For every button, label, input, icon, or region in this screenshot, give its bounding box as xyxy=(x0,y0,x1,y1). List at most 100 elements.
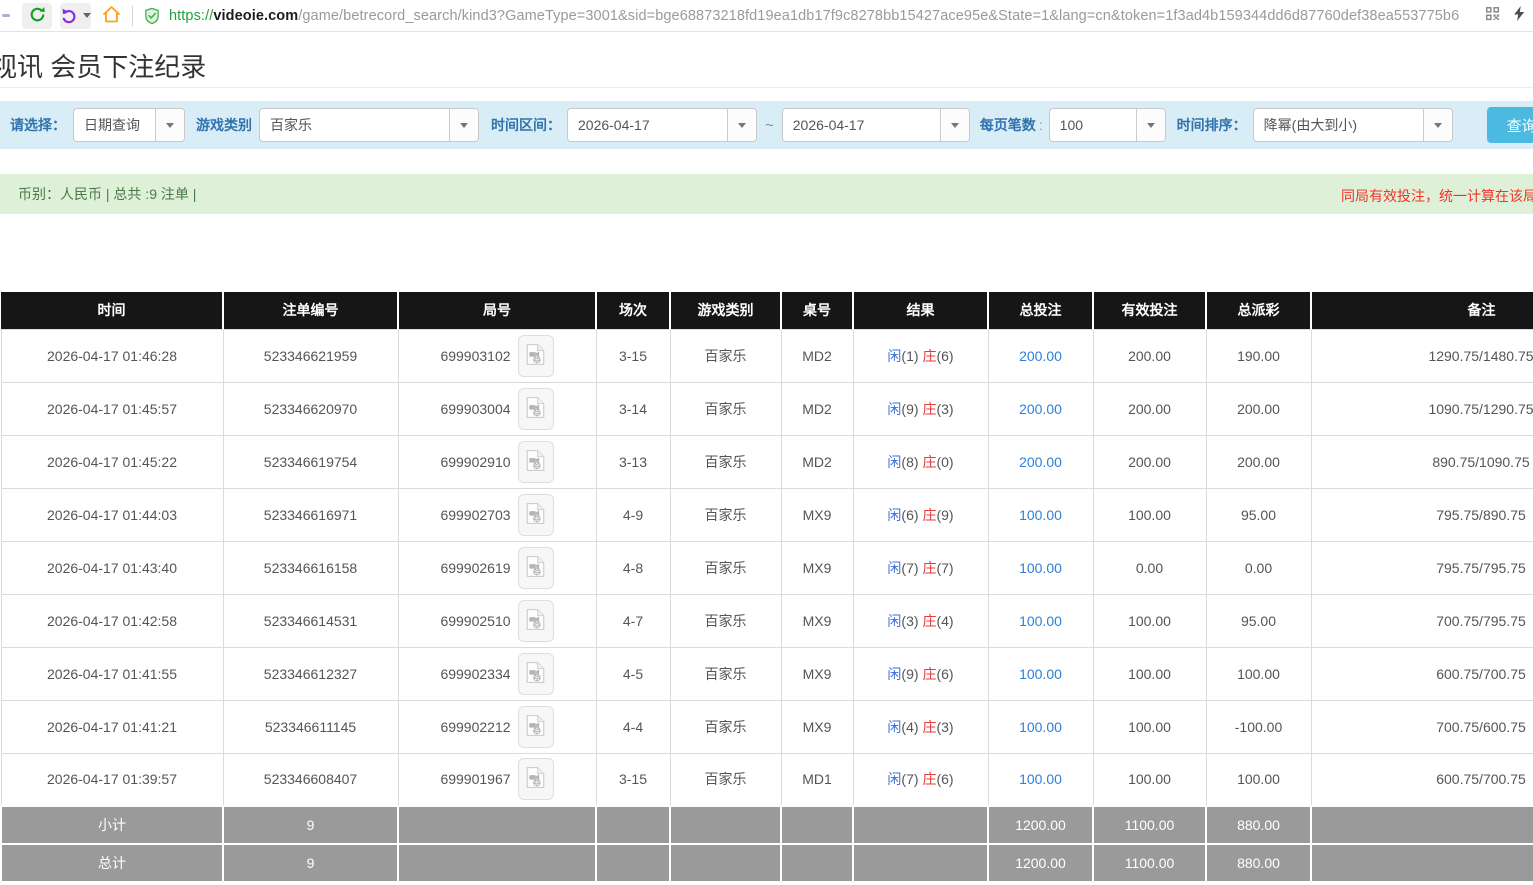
cell-payout: 190.00 xyxy=(1206,329,1311,382)
total-bet-link[interactable]: 200.00 xyxy=(1019,454,1062,470)
cell-time: 2026-04-17 01:39:57 xyxy=(1,753,223,806)
cell-bet-id: 523346616158 xyxy=(223,541,398,594)
video-replay-button[interactable] xyxy=(518,758,554,800)
total-bet-link[interactable]: 100.00 xyxy=(1019,666,1062,682)
cell-result: 闲(9) 庄(6) xyxy=(853,647,988,700)
search-button[interactable]: 查询 xyxy=(1487,107,1533,143)
game-type-select[interactable]: 百家乐 xyxy=(259,108,479,142)
video-replay-button[interactable] xyxy=(518,653,554,695)
cell-result: 闲(6) 庄(9) xyxy=(853,488,988,541)
total-bet-link[interactable]: 100.00 xyxy=(1019,719,1062,735)
cell-payout: 0.00 xyxy=(1206,541,1311,594)
subtotal-payout: 880.00 xyxy=(1206,806,1311,844)
cell-time: 2026-04-17 01:46:28 xyxy=(1,329,223,382)
total-bet-link[interactable]: 100.00 xyxy=(1019,613,1062,629)
result-player-label: 闲 xyxy=(887,771,901,787)
cell-session: 4-5 xyxy=(596,647,670,700)
cell-round-no: 699902703 xyxy=(398,488,596,541)
table-row: 2026-04-17 01:45:22 523346619754 6999029… xyxy=(1,435,1533,488)
cell-valid-bet: 100.00 xyxy=(1093,753,1206,806)
result-player-value: (7) xyxy=(901,771,918,787)
cell-session: 4-4 xyxy=(596,700,670,753)
round-number: 699902619 xyxy=(440,560,510,576)
result-player-value: (9) xyxy=(901,666,918,682)
cell-total-bet: 100.00 xyxy=(988,488,1093,541)
date-to-value: 2026-04-17 xyxy=(783,109,940,141)
cell-time: 2026-04-17 01:45:22 xyxy=(1,435,223,488)
cell-result: 闲(3) 庄(4) xyxy=(853,594,988,647)
cell-bet-id: 523346611145 xyxy=(223,700,398,753)
cell-game-type: 百家乐 xyxy=(670,753,781,806)
toolbar-divider xyxy=(132,6,133,26)
date-to-select[interactable]: 2026-04-17 xyxy=(782,108,970,142)
total-bet-link[interactable]: 200.00 xyxy=(1019,401,1062,417)
result-banker-label: 庄 xyxy=(922,401,936,417)
cell-table-no: MD2 xyxy=(781,382,853,435)
cell-total-bet: 200.00 xyxy=(988,329,1093,382)
cell-table-no: MX9 xyxy=(781,594,853,647)
header-note: 备注 xyxy=(1311,292,1533,329)
subtotal-valid-bet: 1100.00 xyxy=(1093,806,1206,844)
total-bet-link[interactable]: 100.00 xyxy=(1019,507,1062,523)
sort-select[interactable]: 降幂(由大到小) xyxy=(1253,108,1453,142)
cell-round-no: 699902212 xyxy=(398,700,596,753)
result-player-value: (6) xyxy=(901,507,918,523)
result-banker-label: 庄 xyxy=(922,666,936,682)
cell-payout: 95.00 xyxy=(1206,488,1311,541)
round-number: 699901967 xyxy=(440,771,510,787)
result-banker-label: 庄 xyxy=(922,771,936,787)
cell-valid-bet: 100.00 xyxy=(1093,700,1206,753)
result-banker-value: (6) xyxy=(936,348,953,364)
cell-valid-bet: 200.00 xyxy=(1093,382,1206,435)
cell-bet-id: 523346616971 xyxy=(223,488,398,541)
table-row: 2026-04-17 01:42:58 523346614531 6999025… xyxy=(1,594,1533,647)
chevron-down-icon[interactable] xyxy=(940,109,969,141)
chevron-down-icon[interactable] xyxy=(449,109,478,141)
home-button[interactable] xyxy=(101,4,122,28)
result-banker-value: (6) xyxy=(936,771,953,787)
cell-time: 2026-04-17 01:41:55 xyxy=(1,647,223,700)
date-from-select[interactable]: 2026-04-17 xyxy=(567,108,757,142)
total-bet-link[interactable]: 200.00 xyxy=(1019,348,1062,364)
refresh-button[interactable] xyxy=(22,3,52,29)
chevron-down-icon[interactable] xyxy=(1136,109,1165,141)
cell-result: 闲(7) 庄(6) xyxy=(853,753,988,806)
round-number: 699902510 xyxy=(440,613,510,629)
video-replay-button[interactable] xyxy=(518,547,554,589)
video-replay-button[interactable] xyxy=(518,494,554,536)
game-type-value: 百家乐 xyxy=(260,109,449,141)
video-replay-button[interactable] xyxy=(518,600,554,642)
qr-code-icon[interactable] xyxy=(1485,6,1500,26)
video-replay-button[interactable] xyxy=(518,335,554,377)
result-player-label: 闲 xyxy=(887,348,901,364)
total-bet-link[interactable]: 100.00 xyxy=(1019,560,1062,576)
chevron-down-icon[interactable] xyxy=(1423,109,1452,141)
filter-bar: 请选择： 日期查询 游戏类别 百家乐 时间区间： 2026-04-17 ~ 20… xyxy=(0,101,1533,149)
video-replay-button[interactable] xyxy=(518,388,554,430)
cell-time: 2026-04-17 01:43:40 xyxy=(1,541,223,594)
query-type-select[interactable]: 日期查询 xyxy=(73,108,185,142)
cell-payout: 100.00 xyxy=(1206,753,1311,806)
round-number: 699903102 xyxy=(440,348,510,364)
cell-payout: 95.00 xyxy=(1206,594,1311,647)
per-page-value: 100 xyxy=(1050,109,1136,141)
cell-table-no: MX9 xyxy=(781,647,853,700)
cell-valid-bet: 0.00 xyxy=(1093,541,1206,594)
address-bar[interactable]: https://videoie.com/game/betrecord_searc… xyxy=(169,8,1475,24)
lightning-icon[interactable] xyxy=(1512,5,1527,27)
per-page-select[interactable]: 100 xyxy=(1049,108,1166,142)
total-bet-link[interactable]: 100.00 xyxy=(1019,771,1062,787)
video-replay-button[interactable] xyxy=(518,706,554,748)
result-banker-value: (6) xyxy=(936,666,953,682)
total-row: 总计 9 1200.00 1100.00 880.00 xyxy=(1,844,1533,882)
cell-note: 795.75/890.75 xyxy=(1311,488,1533,541)
cell-total-bet: 100.00 xyxy=(988,541,1093,594)
undo-button[interactable] xyxy=(60,3,91,29)
security-shield-icon[interactable] xyxy=(143,7,161,25)
header-payout: 总派彩 xyxy=(1206,292,1311,329)
chevron-down-icon[interactable] xyxy=(727,109,756,141)
result-banker-label: 庄 xyxy=(922,454,936,470)
result-player-value: (4) xyxy=(901,719,918,735)
video-replay-button[interactable] xyxy=(518,441,554,483)
chevron-down-icon[interactable] xyxy=(155,109,184,141)
